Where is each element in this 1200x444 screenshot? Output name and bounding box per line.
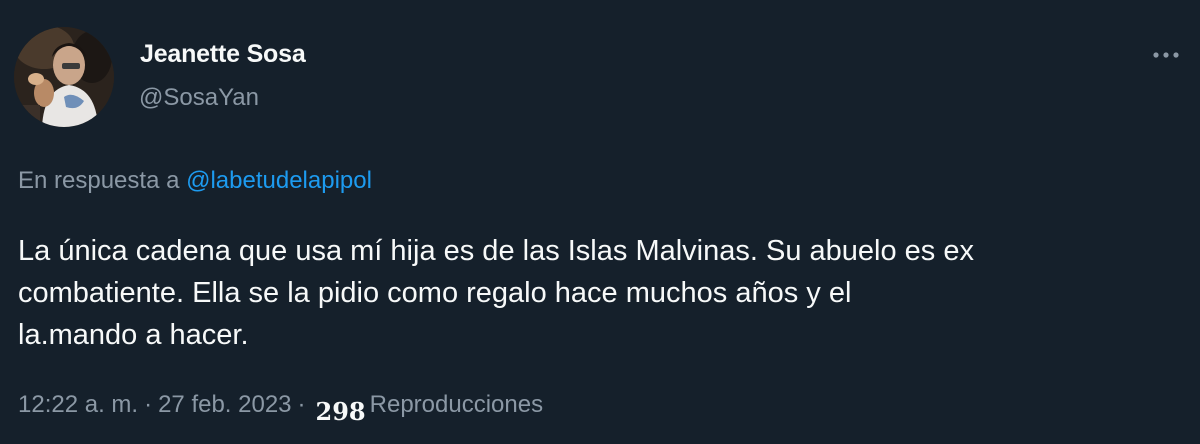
reply-context: En respuesta a @labetudelapipol [18, 167, 372, 195]
tweet-text: La única cadena que usa mí hija es de la… [18, 230, 1188, 356]
views-label: Reproducciones [369, 391, 544, 418]
profile-photo-icon [14, 27, 114, 127]
tweet-text-line: la.mando a hacer. [18, 319, 249, 351]
reply-prefix: En respuesta a [18, 167, 180, 194]
tweet-date[interactable]: 27 feb. 2023 [158, 391, 291, 419]
tweet-time[interactable]: 12:22 a. m. [18, 391, 138, 419]
meta-separator: · [297, 391, 306, 418]
reply-mention-link[interactable]: @labetudelapipol [186, 167, 372, 194]
display-name[interactable]: Jeanette Sosa [140, 40, 306, 69]
views-count: 298 [315, 397, 366, 426]
tweet-meta: 12:22 a. m. · 27 feb. 2023 · 298 Reprodu… [18, 389, 544, 426]
avatar[interactable] [14, 27, 114, 127]
tweet-text-line: combatiente. Ella se la pidio como regal… [18, 277, 852, 309]
tweet-text-line: La única cadena que usa mí hija es de la… [18, 235, 974, 267]
tweet-card: Jeanette Sosa @SosaYan En respuesta a @l… [0, 0, 1200, 444]
user-handle[interactable]: @SosaYan [139, 84, 259, 112]
more-options-button[interactable] [1146, 40, 1186, 70]
more-horizontal-icon [1153, 52, 1179, 58]
meta-separator: · [144, 391, 153, 418]
